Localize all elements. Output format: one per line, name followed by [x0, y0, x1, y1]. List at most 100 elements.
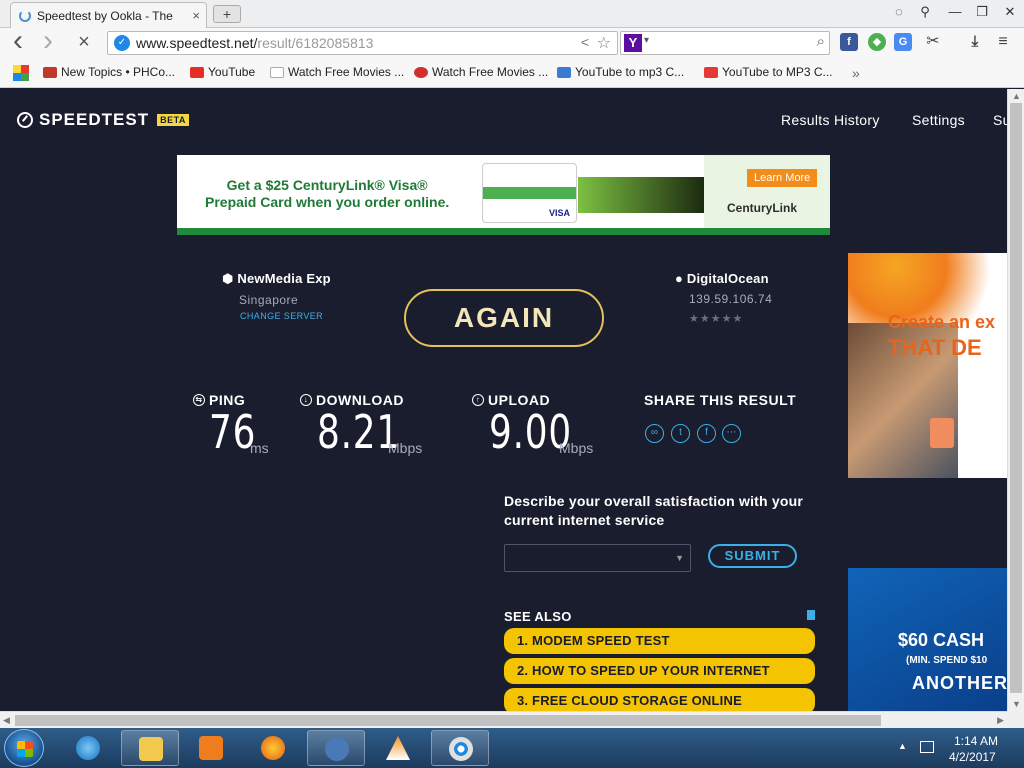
isp-name: NewMedia Exp — [237, 271, 331, 286]
see-also-item[interactable]: 2. HOW TO SPEED UP YOUR INTERNET — [504, 658, 815, 684]
horizontal-scrollbar[interactable]: ◀ ▶ — [0, 711, 1007, 728]
pin-icon[interactable]: ⚲ — [914, 4, 936, 20]
folder-icon — [139, 737, 163, 761]
address-bar[interactable]: ✓ www.speedtest.net/result/6182085813 < … — [107, 31, 618, 55]
scroll-right-icon[interactable]: ▶ — [997, 715, 1004, 726]
url-path: result/6182085813 — [257, 35, 374, 51]
ad-text: Get a $25 CenturyLink® Visa® Prepaid Car… — [205, 177, 450, 210]
survey-question: Describe your overall satisfaction with … — [504, 493, 803, 528]
bookmark-item[interactable]: YouTube to MP3 C... — [704, 65, 833, 79]
see-also-title: SEE ALSO — [504, 609, 572, 624]
side-ad-top[interactable]: Create an ex THAT DE — [848, 253, 1007, 478]
speedtest-logo[interactable]: SPEEDTEST BETA — [17, 110, 189, 130]
learn-more-button[interactable]: Learn More — [747, 169, 818, 187]
see-also-item[interactable]: 3. FREE CLOUD STORAGE ONLINE — [504, 688, 815, 711]
more-icon[interactable]: ⋯ — [722, 424, 741, 443]
close-window-button[interactable]: ✕ — [999, 4, 1021, 20]
bookmark-item[interactable]: YouTube — [190, 65, 255, 79]
yahoo-logo-icon: Y — [624, 34, 642, 52]
facebook-icon[interactable]: f — [697, 424, 716, 443]
action-center-icon[interactable] — [920, 741, 934, 753]
tray-arrow-icon[interactable]: ▲ — [898, 741, 907, 751]
menu-icon[interactable]: ≡ — [994, 33, 1012, 51]
scissors-icon[interactable]: ✂ — [924, 33, 942, 51]
minimize-button[interactable]: — — [944, 4, 966, 19]
bookmark-item[interactable]: Watch Free Movies ... — [414, 65, 548, 79]
twitter-icon[interactable]: t — [671, 424, 690, 443]
adchoices-icon[interactable] — [807, 610, 815, 620]
side-ad-bottom[interactable]: $60 CASH (MIN. SPEND $10 ANOTHER — [848, 568, 1007, 711]
bookmark-star-icon[interactable]: ☆ — [597, 33, 611, 53]
start-button[interactable] — [4, 729, 44, 767]
nav-settings[interactable]: Settings — [912, 112, 965, 128]
bookmark-item[interactable]: YouTube to mp3 C... — [557, 65, 684, 79]
facebook-extension-icon[interactable]: f — [840, 33, 858, 51]
firefox-icon — [261, 736, 285, 760]
clock-date[interactable]: 4/2/2017 — [949, 750, 996, 764]
ad-another-text: ANOTHER — [912, 673, 1007, 693]
gauge-icon — [17, 112, 33, 128]
taskbar-ie[interactable] — [59, 730, 117, 766]
download-icon[interactable]: ⤓ — [966, 33, 984, 51]
back-button[interactable]: ‹ — [6, 26, 30, 56]
taskbar-settings[interactable] — [307, 730, 365, 766]
taskbar-explorer[interactable] — [121, 730, 179, 766]
chat-icon[interactable]: ◌ — [888, 4, 910, 19]
tab-close-icon[interactable]: × — [192, 8, 200, 23]
hscroll-thumb[interactable] — [15, 715, 881, 726]
scroll-left-icon[interactable]: ◀ — [3, 715, 10, 726]
ad-cash-text: $60 CASH — [898, 630, 985, 650]
new-tab-button[interactable]: + — [213, 5, 241, 23]
bookmarks-overflow-button[interactable]: » — [852, 65, 860, 81]
bookmark-item[interactable]: New Topics • PHCo... — [43, 65, 175, 79]
link-icon[interactable]: ∞ — [645, 424, 664, 443]
share-icon[interactable]: < — [581, 34, 589, 50]
shield-extension-icon[interactable]: ◆ — [868, 33, 886, 51]
again-button[interactable]: AGAIN — [404, 289, 604, 347]
scrollbar-corner — [1007, 711, 1024, 728]
isp-info: ⬢ NewMedia Exp Singapore — [222, 271, 331, 307]
see-also-item[interactable]: 1. MODEM SPEED TEST — [504, 628, 815, 654]
submit-button[interactable]: SUBMIT — [708, 544, 797, 568]
chevron-down-icon: ▼ — [675, 553, 684, 563]
browser-tab[interactable]: Speedtest by Ookla - The × — [10, 2, 207, 28]
scroll-up-icon[interactable]: ▲ — [1012, 91, 1021, 101]
maximize-button[interactable]: ❐ — [971, 4, 993, 20]
gear-icon — [325, 737, 349, 761]
bookmark-item[interactable]: Watch Free Movies ... — [270, 65, 404, 79]
ad-panel — [704, 155, 830, 228]
upload-metric: ↑ UPLOAD 9.00 Mbps — [472, 392, 595, 456]
host-ip: 139.59.106.74 — [689, 292, 773, 306]
ie-icon — [76, 736, 100, 760]
satisfaction-select[interactable]: ▼ — [504, 544, 691, 572]
ad-headline: Create an ex THAT DE — [888, 312, 996, 360]
taskbar-media[interactable] — [182, 730, 240, 766]
ping-unit: ms — [250, 440, 269, 456]
see-also-section: SEE ALSO 1. MODEM SPEED TEST 2. HOW TO S… — [504, 609, 815, 711]
nav-results-history[interactable]: Results History — [781, 112, 880, 128]
stop-loading-button[interactable]: × — [72, 31, 96, 53]
centurylink-logo: CenturyLink — [727, 201, 798, 215]
translate-extension-icon[interactable]: G — [894, 33, 912, 51]
nav-support[interactable]: Su — [993, 112, 1007, 128]
rating-stars[interactable]: ★★★★★ — [689, 312, 772, 325]
host-info: ● DigitalOcean 139.59.106.74 ★★★★★ — [675, 271, 772, 325]
vertical-scrollbar[interactable]: ▲ ▼ — [1007, 89, 1024, 711]
clock-time[interactable]: 1:14 AM — [954, 734, 998, 748]
change-server-link[interactable]: CHANGE SERVER — [240, 311, 323, 321]
ad-details-link[interactable]: Details — [180, 226, 204, 228]
bookmark-favicon-icon — [414, 66, 428, 78]
apps-icon[interactable] — [13, 65, 29, 81]
yahoo-dropdown-icon[interactable]: ▾ — [644, 35, 649, 46]
speedtest-page: SPEEDTEST BETA Results History Settings … — [0, 89, 1007, 711]
search-icon[interactable]: ⌕ — [817, 33, 825, 50]
scroll-thumb[interactable] — [1010, 103, 1022, 693]
centurylink-ad-banner[interactable]: Get a $25 CenturyLink® Visa® Prepaid Car… — [177, 155, 830, 235]
forward-button[interactable]: › — [36, 26, 60, 56]
isp-icon: ⬢ — [222, 271, 234, 286]
yahoo-search-box[interactable]: Y ▾ ⌕ — [620, 31, 830, 55]
taskbar-vlc[interactable] — [369, 730, 427, 766]
scroll-down-icon[interactable]: ▼ — [1012, 699, 1021, 709]
taskbar-firefox[interactable] — [244, 730, 302, 766]
taskbar-chrome[interactable] — [431, 730, 489, 766]
